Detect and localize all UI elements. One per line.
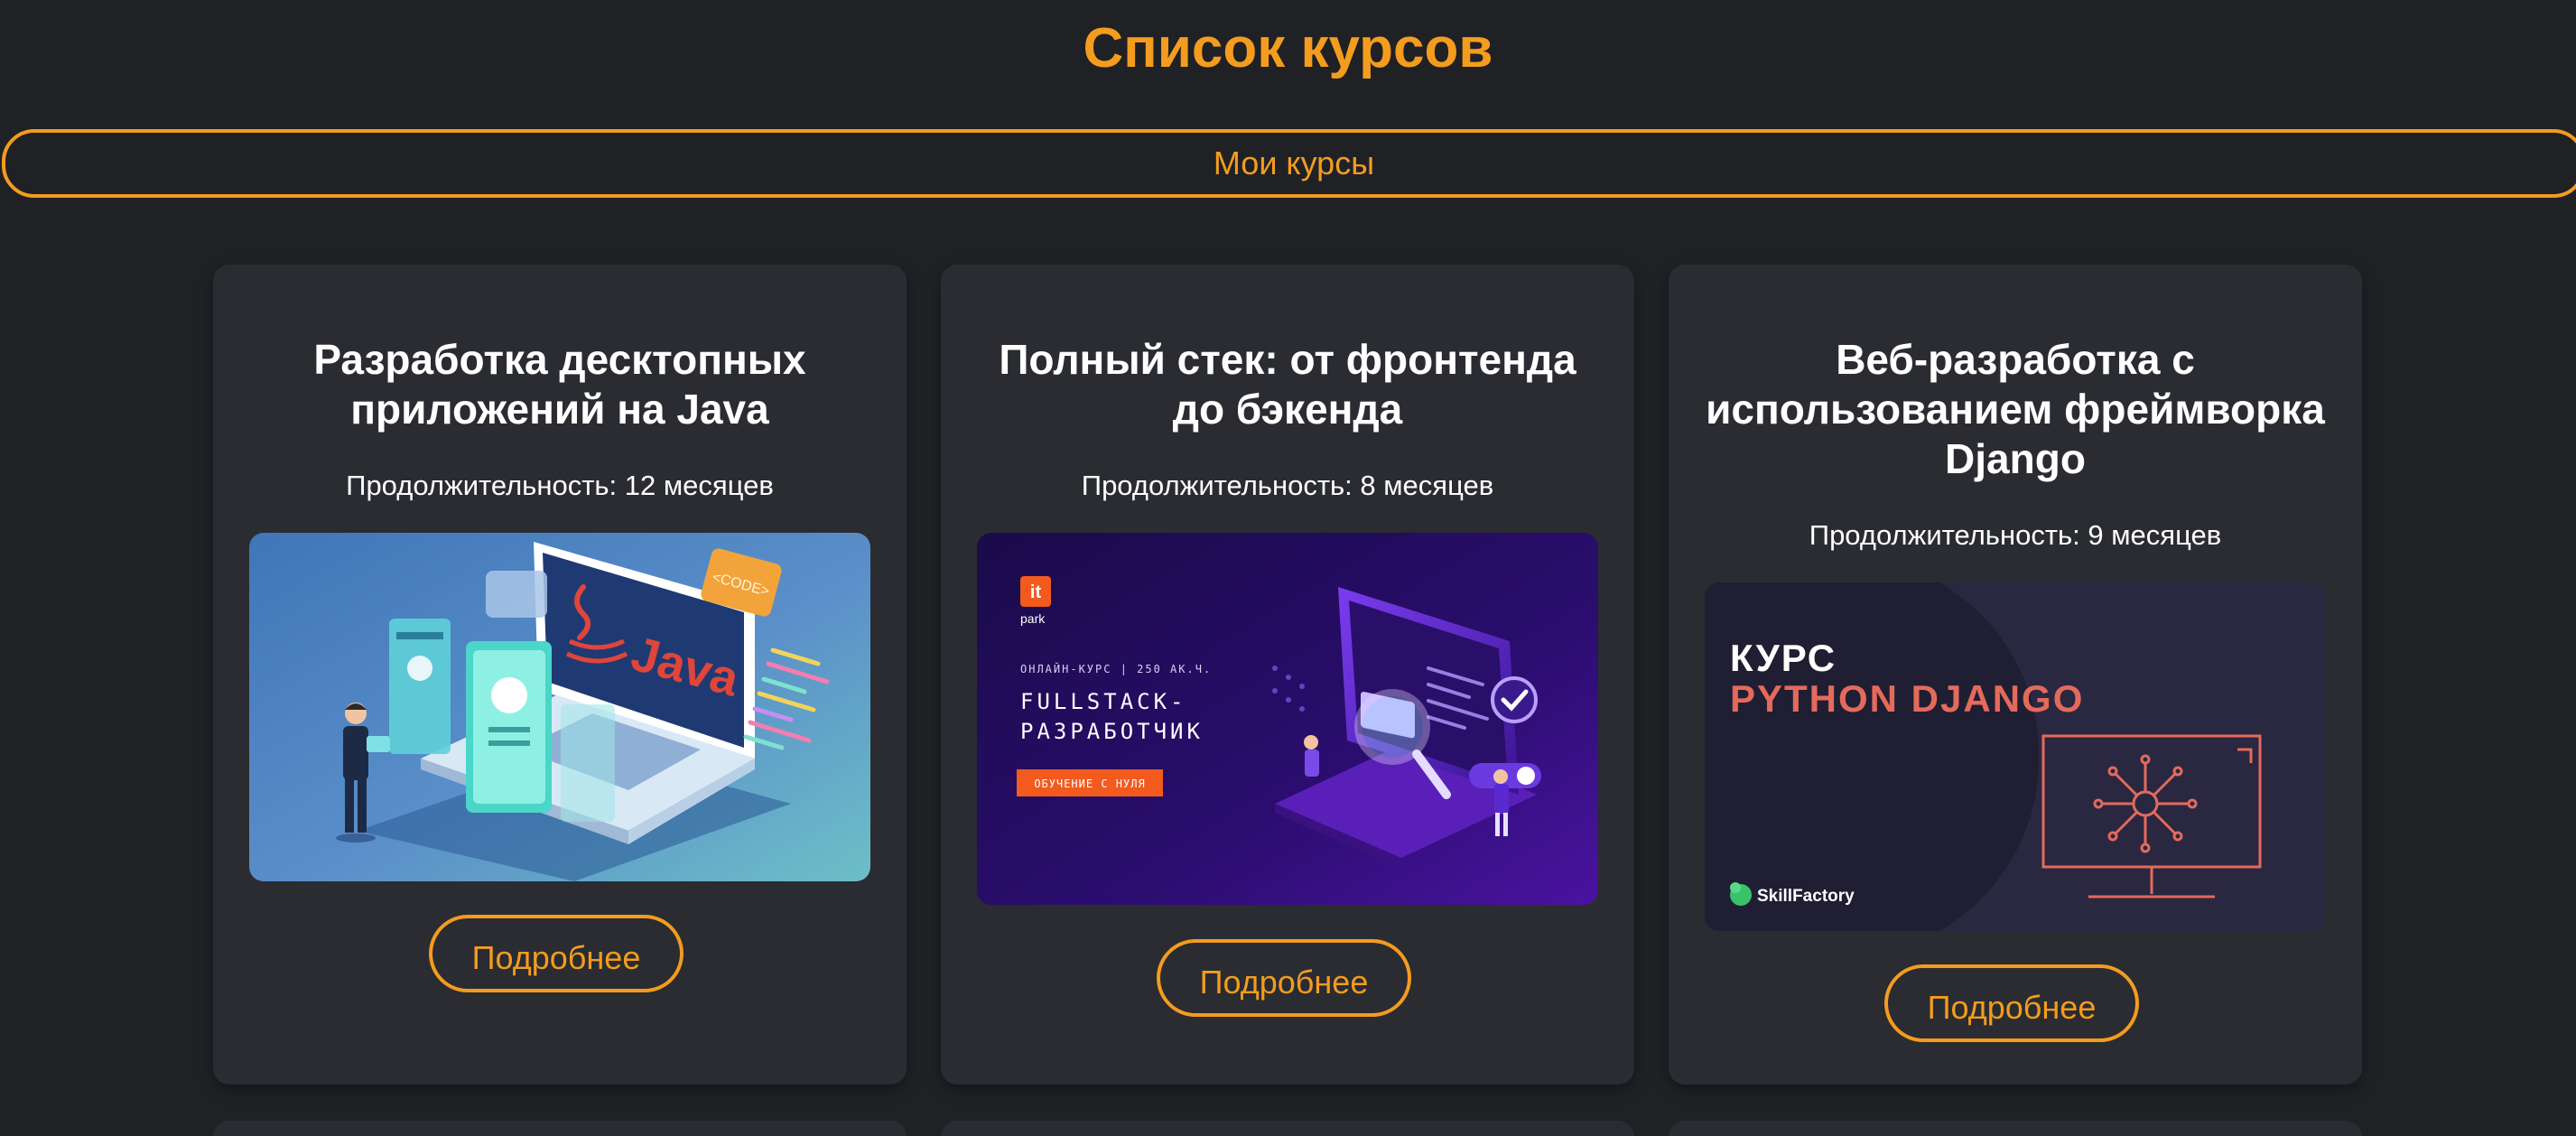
more-button[interactable]: Подробнее	[1884, 964, 2139, 1042]
course-title: Веб-разработка с использованием фреймвор…	[1706, 336, 2325, 482]
course-card: Разработка десктопных приложений на Java…	[213, 265, 907, 1085]
course-card: Полный стек: от фронтенда до бэкенда Про…	[941, 265, 1634, 1085]
course-duration: Продолжительность: 8 месяцев	[1081, 470, 1494, 501]
course-line1: FULLSTACK-	[1020, 689, 1187, 714]
course-card	[1669, 1121, 2362, 1136]
course-badge: ОБУЧЕНИЕ С НУЛЯ	[1034, 778, 1145, 790]
java-course-illustration: Java <CODE>	[249, 533, 870, 881]
course-meta: ОНЛАЙН-КУРС | 250 АК.Ч.	[1020, 662, 1212, 675]
fullstack-course-illustration: it park ОНЛАЙН-КУРС | 250 АК.Ч. FULLSTAC…	[977, 533, 1598, 905]
django-course-illustration: КУРС PYTHON DJANGO SkillFactory	[1705, 582, 2326, 931]
page-title: Список курсов	[1083, 17, 1493, 79]
course-line2: PYTHON DJANGO	[1730, 677, 2084, 720]
itpark-logo-text: it	[1030, 582, 1042, 602]
course-title: Разработка десктопных приложений на Java	[313, 336, 806, 433]
itpark-logo-subtext: park	[1020, 611, 1046, 626]
course-title: Полный стек: от фронтенда до бэкенда	[999, 336, 1576, 433]
course-card	[941, 1121, 1634, 1136]
course-image: КУРС PYTHON DJANGO SkillFactory	[1705, 582, 2326, 931]
my-courses-button[interactable]: Мои курсы	[2, 129, 2576, 198]
course-duration: Продолжительность: 12 месяцев	[346, 470, 774, 501]
course-card	[213, 1121, 907, 1136]
course-duration: Продолжительность: 9 месяцев	[1809, 519, 2222, 551]
course-card: Веб-разработка с использованием фреймвор…	[1669, 265, 2362, 1085]
page: Список курсов Мои курсы Разработка дескт…	[0, 0, 2576, 1136]
course-line2: РАЗРАБОТЧИК	[1020, 719, 1204, 744]
course-image: Java <CODE>	[249, 533, 870, 881]
skillfactory-logo-text: SkillFactory	[1757, 887, 1855, 906]
more-button[interactable]: Подробнее	[1157, 939, 1411, 1017]
more-button[interactable]: Подробнее	[429, 915, 684, 992]
course-image: it park ОНЛАЙН-КУРС | 250 АК.Ч. FULLSTAC…	[977, 533, 1598, 905]
course-line1: КУРС	[1730, 637, 1837, 679]
